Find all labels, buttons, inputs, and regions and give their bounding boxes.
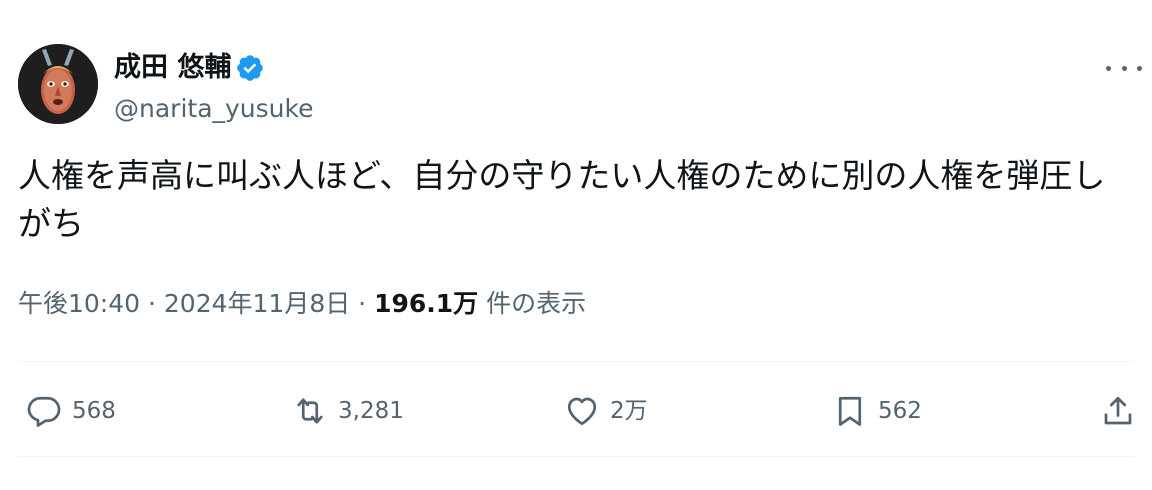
more-dot (1137, 65, 1142, 71)
tweet-meta: 午後10:40 · 2024年11月8日 · 196.1万 件の表示 (18, 286, 586, 322)
repost-button[interactable]: 3,281 (292, 388, 404, 434)
reply-icon (27, 396, 61, 427)
more-options-icon[interactable] (1106, 58, 1142, 78)
views-label: 件の表示 (478, 289, 587, 318)
author-display-name[interactable]: 成田 悠輔 (114, 49, 231, 87)
author-name-row: 成田 悠輔 (114, 48, 265, 88)
reply-button[interactable]: 568 (26, 388, 116, 434)
tweet-date[interactable]: 2024年11月8日 (164, 289, 350, 318)
more-dot (1121, 65, 1127, 71)
bookmark-button[interactable]: 562 (832, 388, 922, 434)
reply-count: 568 (72, 398, 116, 424)
tweet-text: 人権を声高に叫ぶ人ほど、自分の守りたい人権のために別の人権を弾圧しがち (18, 156, 1106, 243)
repost-count: 3,281 (338, 398, 404, 424)
tweet-time[interactable]: 午後10:40 (18, 289, 140, 318)
author-handle[interactable]: @narita_yusuke (114, 92, 314, 126)
bookmark-icon (838, 396, 862, 426)
tweet-header: 成田 悠輔 @narita_yusuke (18, 44, 1152, 128)
avatar[interactable] (18, 44, 98, 124)
meta-separator: · (350, 289, 375, 318)
verified-badge-icon[interactable] (235, 53, 265, 83)
share-icon (1104, 396, 1132, 425)
views-count: 196.1万 (374, 289, 479, 318)
more-dot (1106, 65, 1111, 71)
bookmark-count: 562 (878, 398, 922, 424)
meta-separator: · (140, 289, 164, 318)
share-button[interactable] (1100, 388, 1136, 434)
avatar-mask-image (18, 44, 98, 124)
heart-icon (567, 397, 597, 426)
divider (18, 456, 1134, 457)
like-button[interactable]: 2万 (564, 388, 648, 434)
action-bar: 568 3,281 2万 562 (0, 388, 1152, 434)
like-count: 2万 (610, 398, 648, 424)
divider (18, 361, 1134, 362)
repost-icon (297, 398, 323, 424)
